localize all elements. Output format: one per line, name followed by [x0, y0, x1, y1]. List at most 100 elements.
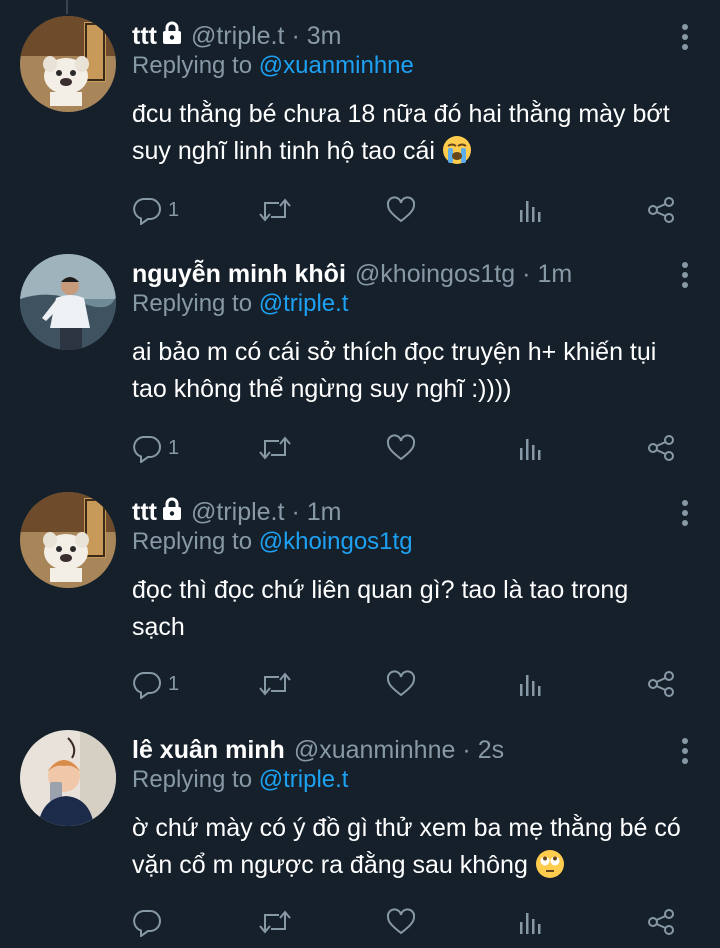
tweet-text: ờ chứ mày có ý đồ gì thử xem ba mẹ thằng…: [132, 810, 692, 890]
tweet[interactable]: ttt @triple.t · 3m Replying to @xuanminh…: [0, 16, 720, 238]
replying-label: Replying to: [132, 766, 253, 793]
analytics-button[interactable]: [518, 664, 544, 704]
user-handle[interactable]: @xuanminhne: [294, 736, 456, 765]
separator-dot: ·: [291, 21, 300, 50]
analytics-button[interactable]: [518, 428, 544, 468]
reply-button[interactable]: 1: [132, 428, 179, 468]
reply-count: 1: [168, 672, 180, 695]
comment-icon: [133, 198, 161, 225]
timestamp[interactable]: 2s: [478, 736, 504, 765]
more-icon[interactable]: [680, 500, 690, 526]
timestamp[interactable]: 1m: [307, 498, 342, 527]
tweet-actions: 1: [132, 664, 692, 704]
like-button[interactable]: [386, 190, 416, 230]
tweet[interactable]: nguyễn minh khôi @khoingos1tg · 1m Reply…: [0, 254, 720, 476]
like-button[interactable]: [386, 664, 416, 704]
heart-icon: [386, 670, 416, 697]
reply-count: 1: [168, 198, 180, 221]
share-button[interactable]: [646, 428, 676, 468]
avatar[interactable]: [20, 730, 116, 826]
replying-label: Replying to: [132, 290, 253, 317]
tweet-header: nguyễn minh khôi @khoingos1tg · 1m: [132, 254, 572, 294]
reply-mention[interactable]: @xuanminhne: [259, 52, 414, 79]
tweet-line: suy nghĩ linh tinh hộ tao cái: [132, 137, 435, 165]
avatar[interactable]: [20, 254, 116, 350]
retweet-button[interactable]: [258, 902, 292, 942]
tweet-header: ttt @triple.t · 3m: [132, 16, 342, 56]
share-button[interactable]: [646, 190, 676, 230]
thread-line: [66, 0, 68, 14]
share-icon: [648, 435, 674, 461]
avatar-image: [20, 16, 116, 112]
retweet-icon: [259, 198, 291, 222]
retweet-icon: [259, 672, 291, 696]
avatar-image: [20, 492, 116, 588]
reply-mention[interactable]: @triple.t: [259, 766, 349, 793]
reply-mention[interactable]: @khoingos1tg: [259, 528, 413, 555]
loudly-crying-face-icon: [442, 135, 472, 176]
tweet-line: ờ chứ mày có ý đồ gì thử xem ba mẹ thằng…: [132, 814, 681, 842]
share-button[interactable]: [646, 664, 676, 704]
replying-label: Replying to: [132, 52, 253, 79]
display-name[interactable]: lê xuân minh: [132, 736, 285, 765]
share-icon: [648, 197, 674, 223]
more-icon[interactable]: [680, 262, 690, 288]
tweet-actions: 1: [132, 428, 692, 468]
avatar-image: [20, 254, 116, 350]
tweet-line: ai bảo m có cái sở thích đọc truyện h+ k…: [132, 338, 657, 366]
tweet-text: đọc thì đọc chứ liên quan gì? tao là tao…: [132, 572, 692, 646]
reply-button[interactable]: 1: [132, 664, 179, 704]
analytics-icon: [520, 913, 541, 934]
user-handle[interactable]: @khoingos1tg: [355, 260, 515, 289]
analytics-icon: [520, 675, 541, 696]
replying-to: Replying to @triple.t: [132, 290, 348, 318]
reply-button[interactable]: 1: [132, 190, 179, 230]
heart-icon: [386, 434, 416, 461]
heart-icon: [386, 196, 416, 223]
replying-to: Replying to @xuanminhne: [132, 52, 414, 80]
heart-icon: [386, 908, 416, 935]
retweet-button[interactable]: [258, 428, 292, 468]
more-icon[interactable]: [680, 738, 690, 764]
separator-dot: ·: [291, 497, 300, 526]
analytics-button[interactable]: [518, 902, 544, 942]
separator-dot: ·: [462, 735, 471, 764]
retweet-button[interactable]: [258, 664, 292, 704]
user-handle[interactable]: @triple.t: [191, 22, 284, 51]
comment-icon: [133, 910, 161, 937]
tweet[interactable]: lê xuân minh @xuanminhne · 2s Replying t…: [0, 730, 720, 948]
like-button[interactable]: [386, 902, 416, 942]
tweet-line: vặn cổ m ngược ra đằng sau không: [132, 851, 528, 879]
tweet-line: đcu thằng bé chưa 18 nữa đó hai thằng mà…: [132, 100, 670, 128]
share-icon: [648, 671, 674, 697]
analytics-icon: [520, 439, 541, 460]
avatar[interactable]: [20, 492, 116, 588]
replying-to: Replying to @khoingos1tg: [132, 528, 413, 556]
analytics-button[interactable]: [518, 190, 544, 230]
display-name[interactable]: nguyễn minh khôi: [132, 260, 346, 289]
tweet-line: tao không thể ngừng suy nghĩ :)))): [132, 375, 512, 403]
face-with-rolling-eyes-icon: [535, 849, 565, 890]
timestamp[interactable]: 3m: [307, 22, 342, 51]
tweet-actions: [132, 902, 692, 942]
retweet-button[interactable]: [258, 190, 292, 230]
user-handle[interactable]: @triple.t: [191, 498, 284, 527]
lock-icon: [161, 21, 183, 52]
timestamp[interactable]: 1m: [537, 260, 572, 289]
lock-icon: [161, 497, 183, 528]
replying-to: Replying to @triple.t: [132, 766, 348, 794]
reply-mention[interactable]: @triple.t: [259, 290, 349, 317]
tweet-header: ttt @triple.t · 1m: [132, 492, 342, 532]
like-button[interactable]: [386, 428, 416, 468]
tweet-text: đcu thằng bé chưa 18 nữa đó hai thằng mà…: [132, 96, 692, 176]
display-name[interactable]: ttt: [132, 498, 157, 527]
retweet-icon: [259, 436, 291, 460]
tweet[interactable]: ttt @triple.t · 1m Replying to @khoingos…: [0, 492, 720, 714]
display-name[interactable]: ttt: [132, 22, 157, 51]
reply-button[interactable]: [132, 902, 168, 942]
share-button[interactable]: [646, 902, 676, 942]
tweet-line: sạch: [132, 613, 185, 641]
avatar[interactable]: [20, 16, 116, 112]
more-icon[interactable]: [680, 24, 690, 50]
share-icon: [648, 909, 674, 935]
